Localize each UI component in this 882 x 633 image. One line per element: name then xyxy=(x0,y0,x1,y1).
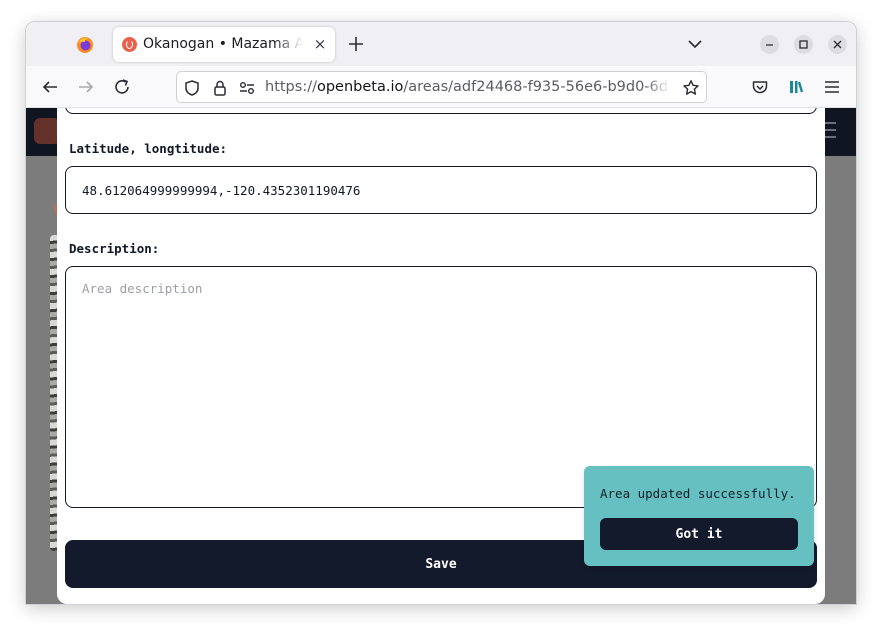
url-scheme: https:// xyxy=(265,79,317,95)
library-icon[interactable] xyxy=(787,78,805,96)
url-path: /areas/adf24468-f935-56e6-b9d0-6d6f xyxy=(403,79,670,95)
tab-okanogan[interactable]: Okanogan • Mazama Area × xyxy=(113,27,335,62)
plus-icon[interactable] xyxy=(345,33,367,55)
permissions-icon[interactable] xyxy=(238,79,256,97)
description-label: Description: xyxy=(69,241,160,256)
success-toast: Area updated successfully. Got it xyxy=(584,466,814,566)
tab-title: Okanogan • Mazama Area xyxy=(143,36,303,52)
minimize-icon[interactable] xyxy=(760,35,779,54)
reload-icon[interactable] xyxy=(113,78,131,96)
chevron-down-icon[interactable] xyxy=(686,35,704,53)
maximize-icon[interactable] xyxy=(794,35,813,54)
firefox-icon[interactable] xyxy=(76,36,94,54)
back-arrow-icon[interactable] xyxy=(41,78,59,96)
forward-arrow-icon[interactable] xyxy=(77,78,95,96)
previous-field[interactable] xyxy=(65,108,817,114)
star-icon[interactable] xyxy=(682,79,700,97)
shield-icon[interactable] xyxy=(183,79,201,97)
navigation-toolbar: https://openbeta.io/areas/adf24468-f935-… xyxy=(26,66,856,108)
hamburger-menu-icon[interactable] xyxy=(823,78,841,96)
url-host: openbeta.io xyxy=(316,79,404,95)
got-it-button[interactable]: Got it xyxy=(600,518,798,550)
close-icon[interactable]: × xyxy=(312,35,328,53)
url-text[interactable]: https://openbeta.io/areas/adf24468-f935-… xyxy=(265,79,670,99)
latlng-input[interactable] xyxy=(65,166,817,214)
url-bar[interactable]: https://openbeta.io/areas/adf24468-f935-… xyxy=(176,71,707,103)
toast-message: Area updated successfully. xyxy=(600,486,796,501)
latlng-label: Latitude, longtitude: xyxy=(69,141,228,156)
tab-strip: Okanogan • Mazama Area × xyxy=(26,22,856,66)
lock-icon[interactable] xyxy=(211,79,229,97)
pocket-icon[interactable] xyxy=(751,78,769,96)
close-window-icon[interactable] xyxy=(828,35,847,54)
favicon-icon xyxy=(122,37,137,52)
